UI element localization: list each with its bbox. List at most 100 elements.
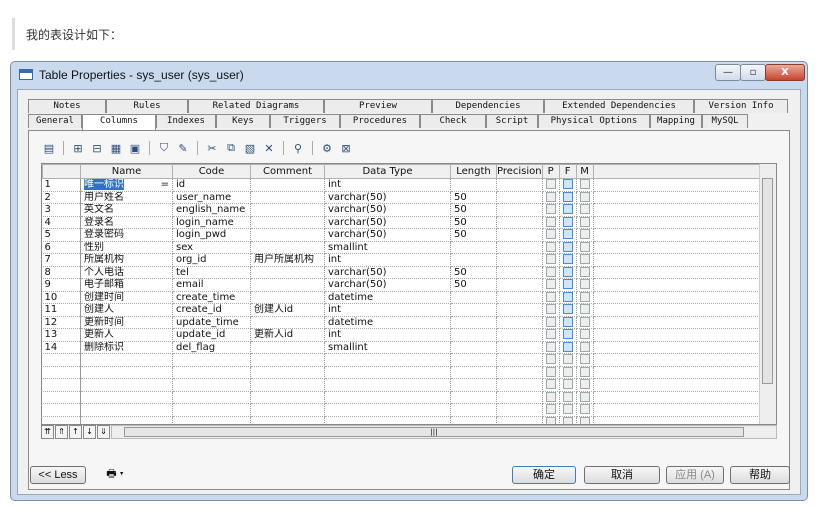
code-cell[interactable]: login_pwd [172, 228, 251, 242]
length-cell[interactable] [450, 403, 497, 417]
name-cell[interactable]: 删除标识 [80, 341, 173, 354]
precision-cell[interactable] [496, 316, 543, 329]
comment-cell[interactable] [250, 241, 325, 254]
table-row[interactable]: 2 用户姓名 user_name varchar(50) 50 [42, 191, 768, 204]
precision-cell[interactable] [496, 353, 543, 367]
p-checkbox-cell[interactable] [542, 253, 560, 267]
code-cell[interactable]: email [172, 278, 251, 292]
p-checkbox[interactable] [545, 229, 556, 240]
f-checkbox[interactable] [562, 304, 573, 315]
comment-cell[interactable] [250, 191, 325, 204]
table-row[interactable]: 10 创建时间 create_time datetime [42, 291, 768, 304]
precision-cell[interactable] [496, 303, 543, 317]
comment-cell[interactable]: 创建人id [250, 303, 325, 317]
f-checkbox[interactable] [562, 379, 573, 390]
m-checkbox-cell[interactable] [576, 303, 594, 317]
tab-notes[interactable]: Notes [28, 99, 106, 113]
column-header-name[interactable]: Name [80, 164, 173, 179]
tab-general[interactable]: General [28, 114, 82, 128]
tab-check[interactable]: Check [420, 114, 486, 128]
comment-cell[interactable] [250, 178, 325, 192]
data-type-cell[interactable]: int [324, 328, 451, 342]
length-cell[interactable]: 50 [450, 228, 497, 242]
filler-cell[interactable] [593, 391, 768, 404]
column-header-code[interactable]: Code [172, 164, 251, 179]
m-checkbox[interactable] [579, 379, 590, 390]
title-bar[interactable]: Table Properties - sys_user (sys_user) —… [11, 62, 807, 88]
code-cell[interactable]: update_id [172, 328, 251, 342]
data-type-cell[interactable]: varchar(50) [324, 266, 451, 279]
p-checkbox-cell[interactable] [542, 266, 560, 279]
m-checkbox[interactable] [579, 291, 590, 302]
p-checkbox-cell[interactable] [542, 216, 560, 229]
precision-cell[interactable] [496, 191, 543, 204]
table-row[interactable]: 7 所属机构 org_id 用户所属机构 int [42, 253, 768, 267]
filler-cell[interactable] [593, 416, 768, 424]
p-checkbox[interactable] [545, 416, 556, 424]
table-row[interactable]: 8 个人电话 tel varchar(50) 50 [42, 266, 768, 279]
p-checkbox-cell[interactable] [542, 228, 560, 242]
name-cell[interactable]: 更新人 [80, 328, 173, 342]
name-value[interactable]: 所属机构 [84, 254, 124, 265]
row-number[interactable]: 11 [42, 303, 81, 317]
length-cell[interactable]: 50 [450, 278, 497, 292]
length-cell[interactable] [450, 178, 497, 192]
m-checkbox[interactable] [579, 304, 590, 315]
p-checkbox[interactable] [545, 179, 556, 190]
filler-cell[interactable] [593, 328, 768, 342]
f-checkbox[interactable] [562, 291, 573, 302]
filler-cell[interactable] [593, 178, 768, 192]
row-number[interactable] [42, 403, 81, 417]
f-checkbox[interactable] [562, 329, 573, 340]
f-checkbox-cell[interactable] [559, 416, 577, 424]
row-number[interactable]: 3 [42, 203, 81, 217]
precision-cell[interactable] [496, 266, 543, 279]
m-checkbox-cell[interactable] [576, 366, 594, 379]
name-cell[interactable]: 用户姓名 [80, 191, 173, 204]
p-checkbox-cell[interactable] [542, 191, 560, 204]
comment-cell[interactable] [250, 291, 325, 304]
row-number[interactable] [42, 353, 81, 367]
precision-cell[interactable] [496, 391, 543, 404]
comment-cell[interactable]: 用户所属机构 [250, 253, 325, 267]
binoculars-icon[interactable]: ⚲ [290, 140, 306, 156]
f-checkbox-cell[interactable] [559, 316, 577, 329]
f-checkbox-cell[interactable] [559, 303, 577, 317]
p-checkbox-cell[interactable] [542, 341, 560, 354]
m-checkbox[interactable] [579, 216, 590, 227]
p-checkbox[interactable] [545, 329, 556, 340]
length-cell[interactable]: 50 [450, 191, 497, 204]
code-cell[interactable] [172, 391, 251, 404]
precision-cell[interactable] [496, 253, 543, 267]
columns-grid[interactable]: Name Code Comment Data Type Length Precision P… [41, 163, 777, 425]
name-cell[interactable] [80, 378, 173, 392]
p-checkbox-cell[interactable] [542, 366, 560, 379]
length-cell[interactable] [450, 353, 497, 367]
p-checkbox-cell[interactable] [542, 391, 560, 404]
row-number[interactable]: 6 [42, 241, 81, 254]
length-cell[interactable] [450, 341, 497, 354]
tab-physical-options[interactable]: Physical Options [538, 114, 650, 128]
m-checkbox[interactable] [579, 241, 590, 252]
f-checkbox-cell[interactable] [559, 391, 577, 404]
name-value[interactable]: 登录名 [84, 217, 114, 228]
p-checkbox[interactable] [545, 254, 556, 265]
p-checkbox-cell[interactable] [542, 353, 560, 367]
f-checkbox[interactable] [562, 341, 573, 352]
code-cell[interactable] [172, 378, 251, 392]
m-checkbox-cell[interactable] [576, 228, 594, 242]
row-number[interactable]: 8 [42, 266, 81, 279]
comment-cell[interactable] [250, 416, 325, 424]
name-value[interactable]: 创建人 [84, 304, 114, 315]
p-checkbox[interactable] [545, 341, 556, 352]
comment-cell[interactable] [250, 366, 325, 379]
name-value[interactable]: 更新人 [84, 329, 114, 340]
length-cell[interactable] [450, 253, 497, 267]
f-checkbox-cell[interactable] [559, 241, 577, 254]
column-header-f[interactable]: F [558, 164, 577, 179]
p-checkbox-cell[interactable] [542, 241, 560, 254]
p-checkbox[interactable] [545, 354, 556, 365]
precision-cell[interactable] [496, 403, 543, 417]
code-cell[interactable] [172, 366, 251, 379]
m-checkbox-cell[interactable] [576, 291, 594, 304]
